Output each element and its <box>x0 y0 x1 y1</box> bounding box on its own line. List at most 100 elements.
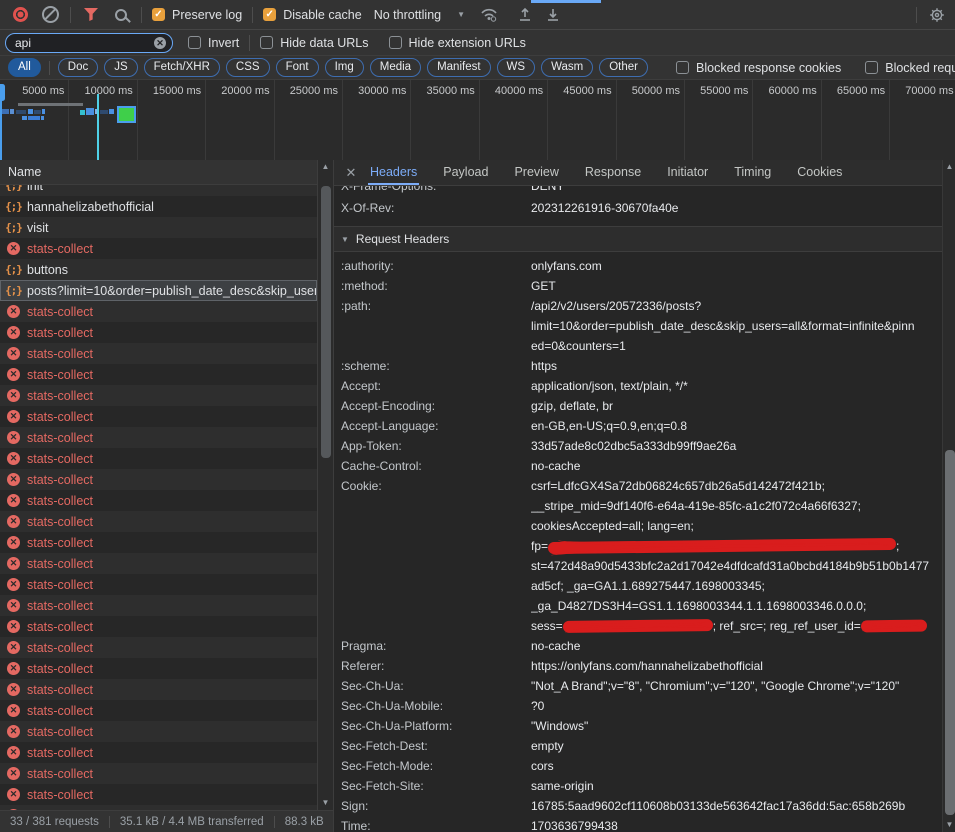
filter-checkbox-group-0[interactable]: ✓Blocked response cookies <box>676 61 841 75</box>
record-button[interactable] <box>10 5 30 25</box>
name-column-header[interactable]: Name <box>0 160 333 185</box>
header-value-line: https://onlyfans.com/hannahelizabethoffi… <box>531 656 942 676</box>
filter-pill-font[interactable]: Font <box>276 58 319 78</box>
throttling-select[interactable]: No throttling <box>374 8 441 22</box>
filter-pill-media[interactable]: Media <box>370 58 421 78</box>
scrollbar-thumb[interactable] <box>321 186 331 458</box>
search-button[interactable] <box>111 5 131 25</box>
hide-data-urls-checkbox[interactable]: ✓ <box>260 36 273 49</box>
request-row[interactable]: ✕stats-collect <box>0 553 317 574</box>
filter-pill-wasm[interactable]: Wasm <box>541 58 593 78</box>
request-row[interactable]: ✕stats-collect <box>0 469 317 490</box>
invert-checkbox[interactable]: ✓ <box>188 36 201 49</box>
details-scrollbar[interactable]: ▲ ▼ <box>942 160 955 832</box>
scrollbar-thumb[interactable] <box>945 450 955 815</box>
preserve-log-checkbox[interactable]: ✓ <box>152 8 165 21</box>
request-row[interactable]: ✕stats-collect <box>0 700 317 721</box>
waterfall-mark <box>34 110 41 114</box>
request-row[interactable]: ✕stats-collect <box>0 763 317 784</box>
header-row: Cookie:csrf=LdfcGX4Sa72db06824c657db26a5… <box>334 476 942 636</box>
request-row[interactable]: ✕stats-collect <box>0 595 317 616</box>
request-row[interactable]: ✕stats-collect <box>0 322 317 343</box>
request-row[interactable]: ✕stats-collect <box>0 721 317 742</box>
invert-checkbox-group[interactable]: ✓ Invert <box>188 36 239 50</box>
request-row[interactable]: {;}init <box>0 185 317 196</box>
header-name: Cookie: <box>334 476 531 636</box>
network-conditions-button[interactable] <box>479 5 499 25</box>
filter-pill-manifest[interactable]: Manifest <box>427 58 490 78</box>
filter-toggle-button[interactable] <box>81 5 101 25</box>
filter-checkbox[interactable]: ✓ <box>676 61 689 74</box>
scroll-up-icon[interactable]: ▲ <box>943 160 955 174</box>
network-overview-timeline[interactable]: 5000 ms10000 ms15000 ms20000 ms25000 ms3… <box>0 80 955 161</box>
close-details-button[interactable]: ✕ <box>334 160 368 185</box>
clear-filter-icon[interactable]: ✕ <box>154 37 166 49</box>
request-row[interactable]: {;}buttons <box>0 259 317 280</box>
request-headers-section-header[interactable]: ▼ Request Headers <box>334 226 942 252</box>
request-row[interactable]: ✕stats-collect <box>0 427 317 448</box>
request-name-label: stats-collect <box>27 641 93 655</box>
disclosure-triangle-icon: ▼ <box>341 235 349 244</box>
filter-input[interactable] <box>5 33 173 53</box>
settings-gear-icon <box>929 7 945 23</box>
scroll-down-icon[interactable]: ▼ <box>943 818 955 832</box>
request-row[interactable]: ✕stats-collect <box>0 511 317 532</box>
tab-headers[interactable]: Headers <box>368 160 419 185</box>
scroll-down-icon[interactable]: ▼ <box>318 796 333 810</box>
request-list-scrollbar[interactable]: ▲ ▼ <box>317 160 333 810</box>
request-row[interactable]: ✕stats-collect <box>0 301 317 322</box>
tab-response[interactable]: Response <box>583 160 643 185</box>
request-row[interactable]: ✕stats-collect <box>0 490 317 511</box>
request-row[interactable]: {;}hannahelizabethofficial <box>0 196 317 217</box>
disable-cache-checkbox-group[interactable]: ✓ Disable cache <box>263 8 362 22</box>
header-name: :scheme: <box>334 356 531 376</box>
request-row[interactable]: ✕stats-collect <box>0 742 317 763</box>
request-row[interactable]: ✕stats-collect <box>0 637 317 658</box>
hide-extension-urls-checkbox[interactable]: ✓ <box>389 36 402 49</box>
tab-initiator[interactable]: Initiator <box>665 160 710 185</box>
request-row[interactable]: ✕stats-collect <box>0 532 317 553</box>
request-row[interactable]: ✕stats-collect <box>0 406 317 427</box>
header-row: X-Of-Rev: 202312261916-30670fa40e <box>334 196 942 220</box>
clear-button[interactable] <box>40 5 60 25</box>
hide-data-urls-checkbox-group[interactable]: ✓ Hide data URLs <box>260 36 368 50</box>
filter-checkbox[interactable]: ✓ <box>865 61 878 74</box>
request-row-selected[interactable]: {;}posts?limit=10&order=publish_date_des… <box>0 280 317 301</box>
request-row[interactable]: ✕stats-collect <box>0 658 317 679</box>
request-row[interactable]: ✕stats-collect <box>0 238 317 259</box>
filter-pill-all[interactable]: All <box>8 58 41 78</box>
request-row[interactable]: ✕stats-collect <box>0 574 317 595</box>
filter-pill-css[interactable]: CSS <box>226 58 270 78</box>
preserve-log-checkbox-group[interactable]: ✓ Preserve log <box>152 8 242 22</box>
scroll-up-icon[interactable]: ▲ <box>318 160 333 174</box>
request-row[interactable]: {;}visit <box>0 217 317 238</box>
request-row[interactable]: ✕stats-collect <box>0 364 317 385</box>
request-name-label: stats-collect <box>27 347 93 361</box>
requests-panel: Name {;}init{;}hannahelizabethofficial{;… <box>0 160 333 832</box>
export-har-button[interactable] <box>543 5 563 25</box>
request-row[interactable]: ✕stats-collect <box>0 679 317 700</box>
request-row[interactable]: ✕stats-collect <box>0 343 317 364</box>
failed-request-icon: ✕ <box>6 304 21 319</box>
tab-timing[interactable]: Timing <box>732 160 773 185</box>
tab-cookies[interactable]: Cookies <box>795 160 844 185</box>
settings-button[interactable] <box>927 5 947 25</box>
request-row[interactable]: ✕stats-collect <box>0 448 317 469</box>
disable-cache-checkbox[interactable]: ✓ <box>263 8 276 21</box>
hide-extension-urls-checkbox-group[interactable]: ✓ Hide extension URLs <box>389 36 526 50</box>
request-row[interactable]: ✕stats-collect <box>0 616 317 637</box>
chevron-down-icon[interactable]: ▼ <box>457 10 465 19</box>
filter-pill-other[interactable]: Other <box>599 58 648 78</box>
import-har-button[interactable] <box>515 5 535 25</box>
filter-pill-ws[interactable]: WS <box>497 58 536 78</box>
filter-checkbox-group-1[interactable]: ✓Blocked requests <box>865 61 955 75</box>
filter-pill-js[interactable]: JS <box>104 58 137 78</box>
filter-pill-fetch-xhr[interactable]: Fetch/XHR <box>144 58 220 78</box>
header-value-line: gzip, deflate, br <box>531 396 942 416</box>
request-row[interactable]: ✕stats-collect <box>0 784 317 805</box>
tab-preview[interactable]: Preview <box>512 160 560 185</box>
request-row[interactable]: ✕stats-collect <box>0 385 317 406</box>
filter-pill-doc[interactable]: Doc <box>58 58 98 78</box>
tab-payload[interactable]: Payload <box>441 160 490 185</box>
filter-pill-img[interactable]: Img <box>325 58 364 78</box>
